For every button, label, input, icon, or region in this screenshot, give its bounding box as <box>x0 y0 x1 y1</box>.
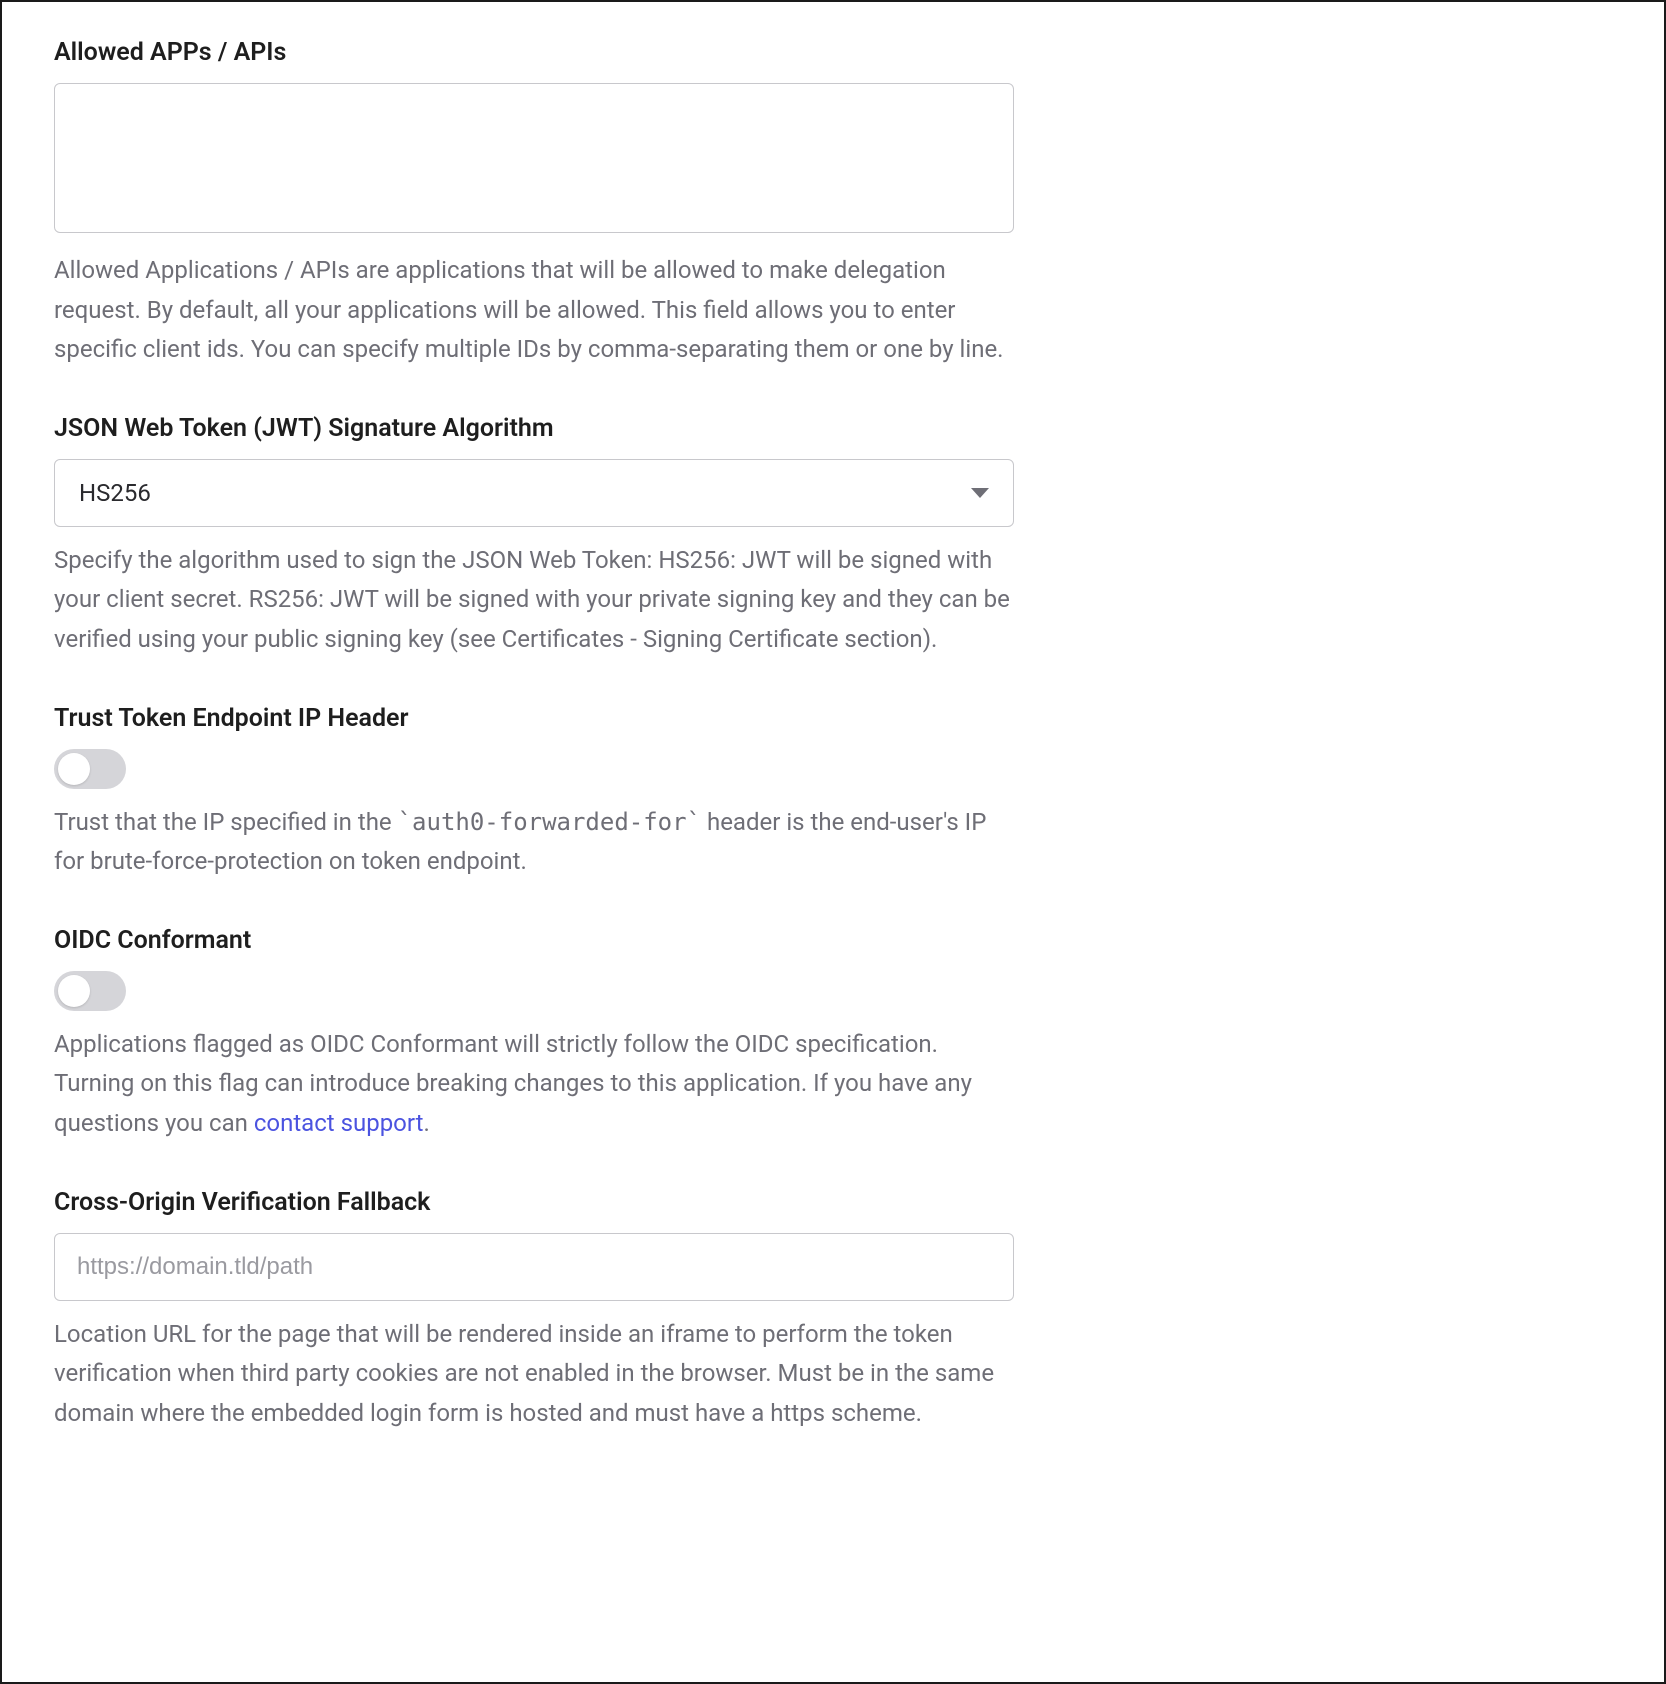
oidc-help-post: . <box>423 1109 429 1137</box>
toggle-knob <box>58 753 90 785</box>
jwt-algo-select-wrap: HS256 <box>54 459 1014 527</box>
trust-ip-help-pre: Trust that the IP specified in the <box>54 808 398 836</box>
field-cross-origin: Cross-Origin Verification Fallback Locat… <box>54 1188 1014 1434</box>
field-allowed-apps: Allowed APPs / APIs Allowed Applications… <box>54 38 1014 370</box>
oidc-help-pre: Applications flagged as OIDC Conformant … <box>54 1030 972 1137</box>
field-oidc: OIDC Conformant Applications flagged as … <box>54 926 1014 1144</box>
allowed-apps-label: Allowed APPs / APIs <box>54 38 1014 67</box>
cross-origin-input[interactable] <box>54 1233 1014 1301</box>
chevron-down-icon <box>971 488 989 498</box>
cross-origin-label: Cross-Origin Verification Fallback <box>54 1188 1014 1217</box>
oidc-label: OIDC Conformant <box>54 926 1014 955</box>
jwt-algo-value: HS256 <box>79 479 151 507</box>
settings-panel: Allowed APPs / APIs Allowed Applications… <box>0 0 1666 1684</box>
trust-ip-label: Trust Token Endpoint IP Header <box>54 704 1014 733</box>
cross-origin-help: Location URL for the page that will be r… <box>54 1315 1014 1434</box>
trust-ip-help: Trust that the IP specified in the `auth… <box>54 803 1014 882</box>
jwt-algo-label: JSON Web Token (JWT) Signature Algorithm <box>54 414 1014 443</box>
trust-ip-help-code: `auth0-forwarded-for` <box>398 808 701 836</box>
contact-support-link[interactable]: contact support <box>254 1109 424 1137</box>
settings-column: Allowed APPs / APIs Allowed Applications… <box>54 38 1014 1433</box>
allowed-apps-textarea[interactable] <box>54 83 1014 233</box>
oidc-toggle[interactable] <box>54 971 126 1011</box>
jwt-algo-help: Specify the algorithm used to sign the J… <box>54 541 1014 660</box>
oidc-help: Applications flagged as OIDC Conformant … <box>54 1025 1014 1144</box>
field-jwt-algo: JSON Web Token (JWT) Signature Algorithm… <box>54 414 1014 660</box>
field-trust-ip: Trust Token Endpoint IP Header Trust tha… <box>54 704 1014 882</box>
toggle-knob <box>58 975 90 1007</box>
trust-ip-toggle[interactable] <box>54 749 126 789</box>
allowed-apps-help: Allowed Applications / APIs are applicat… <box>54 251 1014 370</box>
jwt-algo-select[interactable]: HS256 <box>54 459 1014 527</box>
